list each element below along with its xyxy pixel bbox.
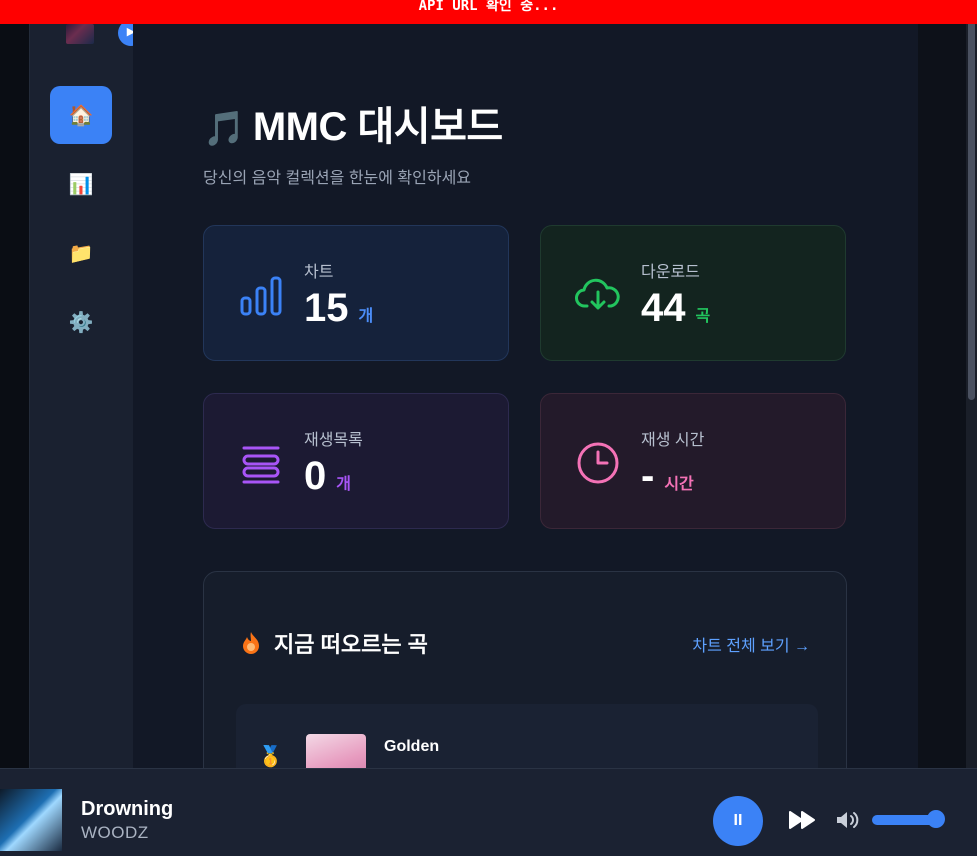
stat-number: 44 xyxy=(641,286,686,330)
stat-value: 15 개 xyxy=(304,286,373,331)
stat-value: 0개 xyxy=(304,454,351,499)
stat-label: 다운로드 xyxy=(641,264,700,281)
stat-unit: 곡 xyxy=(695,308,711,325)
bar-chart-icon: 📊 xyxy=(68,173,94,196)
stat-card-downloads[interactable]: 다운로드 44 곡 xyxy=(540,225,846,361)
sidebar-item-settings[interactable]: ⚙️ xyxy=(50,293,112,351)
stat-unit: 개 xyxy=(358,308,374,325)
sidebar-item-charts[interactable]: 📊 xyxy=(50,155,112,213)
stat-label: 재생목록 xyxy=(304,432,363,449)
scrollbar-thumb[interactable] xyxy=(968,4,975,400)
stat-card-playtime[interactable]: 재생 시간 - 시간 xyxy=(540,393,846,529)
playlist-icon xyxy=(242,446,280,484)
trending-title: 지금 떠오르는 곡 xyxy=(238,627,428,659)
stat-label: 재생 시간 xyxy=(641,432,705,449)
pause-button[interactable]: II xyxy=(713,796,763,846)
stat-card-charts[interactable]: 차트 15 개 xyxy=(203,225,509,361)
music-note-icon: 🎵 xyxy=(203,110,245,148)
volume-icon[interactable] xyxy=(834,809,860,831)
stat-unit: 시간 xyxy=(664,476,694,493)
song-title: Golden xyxy=(384,738,440,755)
stat-label: 차트 xyxy=(304,264,334,281)
app-logo[interactable] xyxy=(66,24,94,44)
player-bar: Drowning WOODZ II xyxy=(0,768,977,856)
sidebar: ▶ 🏠 📊 📁 ⚙️ xyxy=(29,20,144,768)
dashboard-main: 🎵 MMC 대시보드 당신의 음악 컬렉션을 한눈에 확인하세요 차트 15 개 다… xyxy=(133,24,918,811)
gear-icon: ⚙️ xyxy=(68,311,94,334)
page-title: 🎵 MMC 대시보드 xyxy=(203,94,503,152)
fire-icon xyxy=(243,632,259,654)
page-subtitle: 당신의 음악 컬렉션을 한눈에 확인하세요 xyxy=(203,170,472,187)
stat-card-playlists[interactable]: 재생목록 0개 xyxy=(203,393,509,529)
page-title-text: MMC 대시보드 xyxy=(252,105,503,149)
folder-icon: 📁 xyxy=(68,242,94,265)
stat-value: 44 곡 xyxy=(641,286,710,331)
api-status-text: API URL 확인 중... xyxy=(418,0,559,14)
right-gutter xyxy=(918,24,966,768)
now-playing-cover xyxy=(0,789,62,851)
cloud-download-icon xyxy=(575,278,620,310)
clock-icon xyxy=(577,442,619,484)
page-scrollbar[interactable] xyxy=(966,0,977,768)
home-icon: 🏠 xyxy=(68,104,94,127)
next-track-button[interactable] xyxy=(788,809,818,831)
gold-medal-icon: 🥇 xyxy=(258,746,283,768)
stat-number: 0 xyxy=(304,454,327,498)
sidebar-item-folder[interactable]: 📁 xyxy=(50,224,112,282)
view-all-charts-link[interactable]: 차트 전체 보기 → xyxy=(692,632,810,656)
sidebar-item-home[interactable]: 🏠 xyxy=(50,86,112,144)
stat-unit: 개 xyxy=(336,476,351,493)
bar-chart-icon xyxy=(240,276,282,316)
volume-slider-handle[interactable] xyxy=(927,810,945,828)
stat-number: - xyxy=(641,454,655,498)
left-edge xyxy=(0,24,30,768)
stat-number: 15 xyxy=(304,286,349,330)
now-playing-title: Drowning xyxy=(81,798,174,820)
stat-value: - 시간 xyxy=(641,454,694,499)
trending-title-text: 지금 떠오르는 곡 xyxy=(274,632,428,657)
now-playing-artist: WOODZ xyxy=(81,823,149,842)
pause-icon: II xyxy=(733,812,743,829)
api-status-banner: API URL 확인 중... xyxy=(0,0,977,24)
